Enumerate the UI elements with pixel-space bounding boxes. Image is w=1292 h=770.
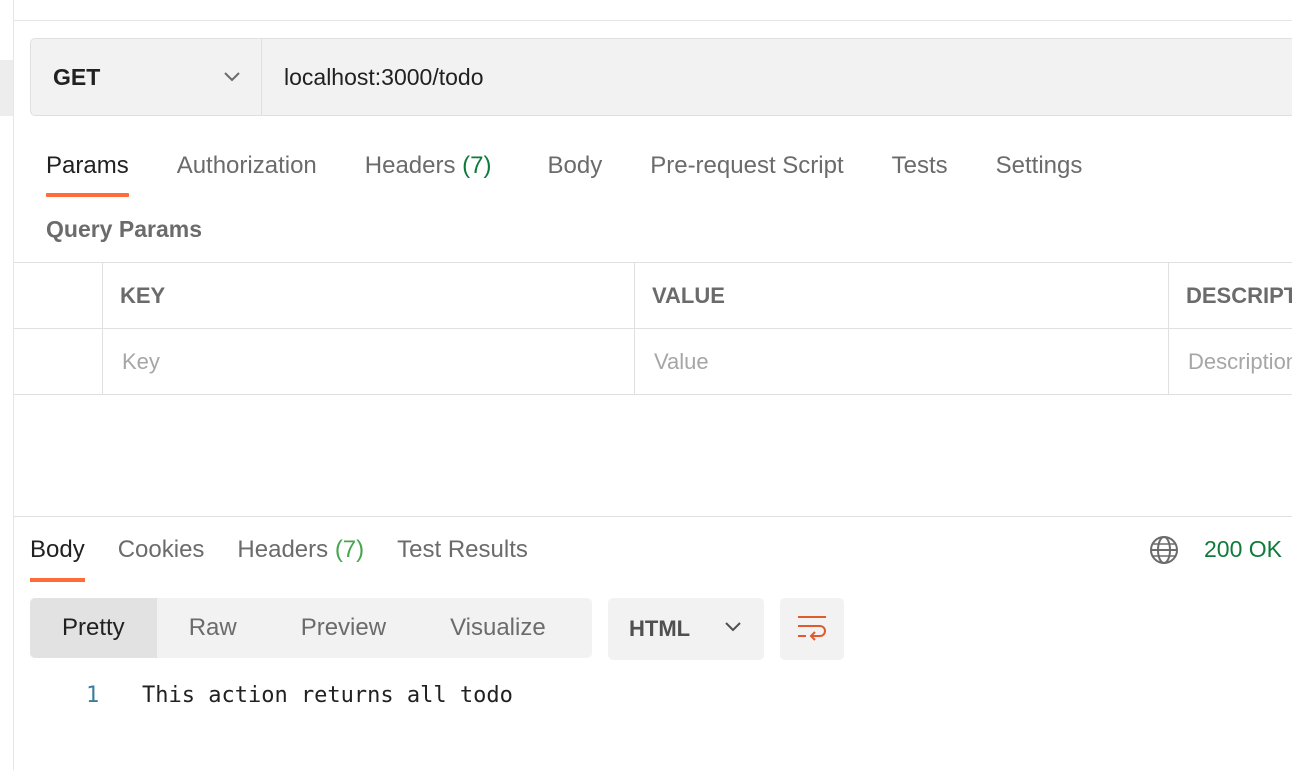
tab-label: Headers <box>237 536 329 563</box>
tab-authorization[interactable]: Authorization <box>177 145 317 197</box>
line-number: 1 <box>86 683 100 708</box>
tab-tests[interactable]: Tests <box>892 145 948 197</box>
view-mode-pretty[interactable]: Pretty <box>30 598 157 658</box>
tab-params[interactable]: Params <box>46 145 129 197</box>
sidebar-selected-item[interactable] <box>0 60 13 116</box>
response-tab-cookies[interactable]: Cookies <box>118 530 205 582</box>
column-header-key: KEY <box>103 263 635 328</box>
response-tabs: Body Cookies Headers (7) Test Results <box>30 530 561 582</box>
column-header-value: VALUE <box>635 263 1169 328</box>
tab-label: Test Results <box>397 536 528 563</box>
tab-body[interactable]: Body <box>548 145 603 197</box>
tab-headers[interactable]: Headers (7) <box>365 145 492 197</box>
tab-label: Headers <box>364 152 456 179</box>
response-tab-body[interactable]: Body <box>30 530 85 582</box>
response-tab-test-results[interactable]: Test Results <box>397 530 528 582</box>
code-text: This action returns all todo <box>142 683 513 708</box>
view-mode-raw[interactable]: Raw <box>157 598 269 658</box>
postman-window: GET localhost:3000/todo Params Authoriza… <box>0 0 1292 770</box>
url-input[interactable]: localhost:3000/todo <box>262 39 1292 115</box>
tab-label: Pre-request Script <box>650 152 844 179</box>
request-url-bar: GET localhost:3000/todo <box>30 38 1292 116</box>
tab-label: Settings <box>995 152 1083 179</box>
tab-settings[interactable]: Settings <box>996 145 1083 197</box>
tab-label: Params <box>46 152 129 179</box>
tab-label: Body <box>547 152 603 179</box>
headers-count: (7) <box>462 152 492 179</box>
method-label: GET <box>53 63 101 90</box>
tab-label: Tests <box>891 152 948 179</box>
tab-pre-request-script[interactable]: Pre-request Script <box>650 145 843 197</box>
response-tab-headers[interactable]: Headers (7) <box>237 530 364 582</box>
method-select[interactable]: GET <box>31 39 262 115</box>
chevron-down-icon <box>223 71 241 83</box>
chevron-down-icon <box>724 620 742 638</box>
key-input[interactable]: Key <box>103 329 635 394</box>
format-select[interactable]: HTML <box>608 598 764 660</box>
value-input[interactable]: Value <box>635 329 1169 394</box>
code-line: 1 This action returns all todo <box>0 683 1292 717</box>
column-header-description: DESCRIPTION <box>1186 282 1292 308</box>
view-mode-preview[interactable]: Preview <box>269 598 418 658</box>
row-checkbox-cell[interactable] <box>14 329 103 394</box>
row-handle-cell <box>14 263 103 328</box>
query-params-table: KEY VALUE DESCRIPTION Key Value Descript… <box>14 262 1292 395</box>
request-tabs: Params Authorization Headers (7) Body Pr… <box>46 145 1130 199</box>
wrap-lines-icon <box>796 613 828 646</box>
globe-icon[interactable] <box>1148 534 1180 566</box>
response-divider[interactable] <box>14 516 1292 517</box>
tab-bar <box>14 0 1292 21</box>
format-label: HTML <box>629 616 691 641</box>
view-mode-visualize[interactable]: Visualize <box>418 598 578 658</box>
tab-label: Body <box>30 536 85 563</box>
headers-count: (7) <box>334 536 365 563</box>
response-status[interactable]: 200 OK <box>1204 536 1282 563</box>
description-input[interactable]: Description <box>1169 329 1292 394</box>
table-row: Key Value Description <box>14 329 1292 395</box>
query-params-title: Query Params <box>46 216 202 242</box>
tab-label: Cookies <box>117 536 205 563</box>
sidebar-edge <box>0 0 14 770</box>
wrap-lines-button[interactable] <box>780 598 844 660</box>
table-header-row: KEY VALUE DESCRIPTION <box>14 263 1292 329</box>
tab-label: Authorization <box>176 152 317 179</box>
view-mode-toggle: Pretty Raw Preview Visualize <box>30 598 592 658</box>
